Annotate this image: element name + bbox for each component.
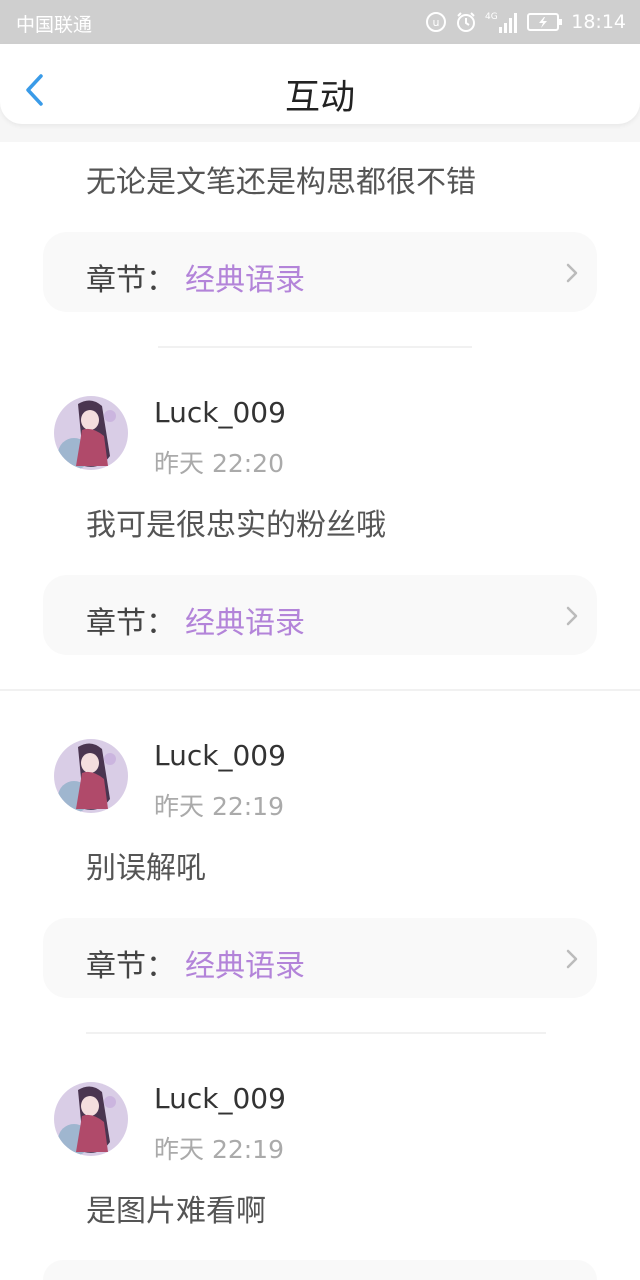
chevron-right-icon [566,949,578,969]
nav-bar: 互动 [0,44,640,142]
divider [86,1032,546,1034]
chapter-name: 经典语录 [185,606,305,641]
chevron-right-icon [566,263,578,283]
username[interactable]: Luck_009 [154,739,286,772]
data-saver-icon: u [425,11,447,33]
username[interactable]: Luck_009 [154,396,286,429]
divider [0,689,640,691]
chevron-right-icon [566,606,578,626]
avatar[interactable] [54,739,128,813]
avatar[interactable] [54,396,128,470]
chapter-name: 经典语录 [185,263,305,298]
page-title: 互动 [284,78,355,118]
status-icons: u 4G 18:14 [425,9,626,35]
chapter-name: 经典语录 [185,949,305,984]
svg-text:u: u [433,16,440,29]
timestamp: 昨天 22:19 [154,1135,284,1164]
comment-text: 是图片难看啊 [86,1194,266,1229]
nav-card: 互动 [0,44,640,124]
comment-text: 别误解吼 [86,851,206,886]
chapter-prefix: 章节： [86,606,176,641]
timestamp: 昨天 22:20 [154,449,284,478]
comment-text: 无论是文笔还是构思都很不错 [86,165,476,200]
alarm-icon [455,11,477,33]
battery-icon [527,12,563,32]
chapter-link[interactable]: 章节： 经典语录 [43,918,597,998]
chapter-prefix: 章节： [86,263,176,298]
chapter-link[interactable]: 章节： 经典语录 [43,232,597,312]
username[interactable]: Luck_009 [154,1082,286,1115]
status-bar: 中国联通 u 4G 18:14 [0,0,640,44]
comment-text: 我可是很忠实的粉丝哦 [86,508,386,543]
divider [158,346,472,348]
signal-icon: 4G [485,10,519,34]
carrier-label: 中国联通 [16,14,93,36]
chapter-link[interactable] [43,1260,597,1280]
chapter-link[interactable]: 章节： 经典语录 [43,575,597,655]
clock: 18:14 [571,11,626,33]
chapter-prefix: 章节： [86,949,176,984]
avatar[interactable] [54,1082,128,1156]
network-type-label: 4G [485,12,498,22]
timestamp: 昨天 22:19 [154,792,284,821]
